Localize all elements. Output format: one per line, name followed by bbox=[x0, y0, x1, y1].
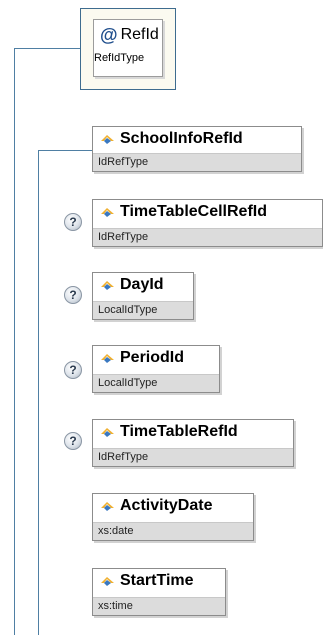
element-starttime[interactable]: StartTime xs:time bbox=[92, 568, 226, 616]
attribute-refid[interactable]: @ RefId RefIdType bbox=[93, 19, 163, 77]
attribute-group: @ RefId RefIdType bbox=[80, 8, 176, 90]
element-icon bbox=[101, 577, 114, 586]
element-icon bbox=[101, 135, 114, 144]
element-header: PeriodId bbox=[93, 346, 219, 370]
element-name: TimeTableRefId bbox=[120, 423, 238, 440]
optional-marker-icon: ? bbox=[64, 213, 82, 231]
attribute-header: @ RefId bbox=[94, 20, 162, 50]
element-icon bbox=[101, 208, 114, 217]
element-name: PeriodId bbox=[120, 349, 185, 366]
element-type: LocalIdType bbox=[93, 301, 193, 319]
optional-marker-icon: ? bbox=[64, 361, 82, 379]
optional-marker-icon: ? bbox=[64, 432, 82, 450]
optional-marker-icon: ? bbox=[64, 286, 82, 304]
attribute-type: RefIdType bbox=[94, 52, 145, 64]
main-trunk-line bbox=[14, 48, 15, 635]
element-name: DayId bbox=[120, 276, 164, 293]
element-icon bbox=[101, 281, 114, 290]
element-header: StartTime bbox=[93, 569, 225, 593]
element-activitydate[interactable]: ActivityDate xs:date bbox=[92, 493, 254, 541]
attribute-name: RefId bbox=[120, 26, 159, 43]
sequence-trunk-line bbox=[38, 150, 39, 635]
element-icon bbox=[101, 502, 114, 511]
sequence-connector-horizontal bbox=[38, 150, 92, 151]
element-header: ActivityDate bbox=[93, 494, 253, 518]
element-dayid[interactable]: DayId LocalIdType bbox=[92, 272, 194, 320]
element-icon bbox=[101, 354, 114, 363]
attribute-connector-horizontal bbox=[14, 48, 80, 49]
element-timetablecellrefid[interactable]: TimeTableCellRefId IdRefType bbox=[92, 199, 323, 247]
element-type: IdRefType bbox=[93, 228, 322, 246]
element-periodid[interactable]: PeriodId LocalIdType bbox=[92, 345, 220, 393]
element-schoolinforefid[interactable]: SchoolInfoRefId IdRefType bbox=[92, 126, 302, 172]
element-type: LocalIdType bbox=[93, 374, 219, 392]
element-name: ActivityDate bbox=[120, 497, 213, 514]
element-name: StartTime bbox=[120, 572, 194, 589]
element-type: xs:time bbox=[93, 597, 225, 615]
element-name: TimeTableCellRefId bbox=[120, 203, 267, 220]
element-type: IdRefType bbox=[93, 448, 293, 466]
element-name: SchoolInfoRefId bbox=[120, 130, 243, 147]
element-header: TimeTableCellRefId bbox=[93, 200, 322, 224]
element-timetablerefid[interactable]: TimeTableRefId IdRefType bbox=[92, 419, 294, 467]
element-header: SchoolInfoRefId bbox=[93, 127, 301, 151]
element-header: TimeTableRefId bbox=[93, 420, 293, 444]
element-type: xs:date bbox=[93, 522, 253, 540]
element-header: DayId bbox=[93, 273, 193, 297]
element-icon bbox=[101, 428, 114, 437]
attribute-at-icon: @ bbox=[100, 24, 118, 45]
element-type: IdRefType bbox=[93, 153, 301, 171]
